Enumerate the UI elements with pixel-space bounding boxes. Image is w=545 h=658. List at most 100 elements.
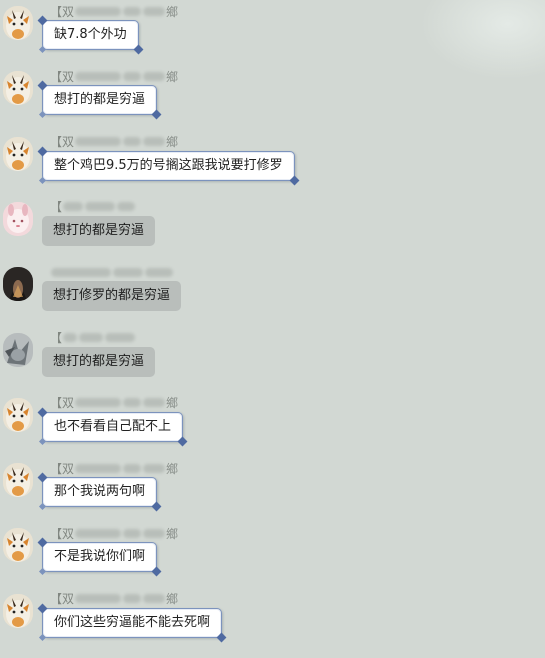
message-text: 整个鸡巴9.5万的号搁这跟我说要打修罗 [54,157,283,173]
bubble-corner-ornament [38,503,47,511]
redacted-name-blur [143,463,166,473]
redacted-name-blur [143,528,166,538]
bubble-corner-ornament [38,176,47,184]
redacted-name-blur [143,398,166,408]
sender-name-prefix: 【双 [50,135,75,150]
tiger-avatar[interactable] [3,136,33,171]
sender-name: 【双 鄉 [50,395,178,411]
bubble-corner-ornament [38,111,47,119]
redacted-name-blur [123,463,142,473]
redacted-name-blur [123,398,142,408]
pink-avatar[interactable] [3,201,33,236]
redacted-name-blur [123,6,142,16]
redacted-name-blur [63,202,84,212]
sender-name-suffix: 鄉 [166,69,179,84]
redacted-name-blur [79,333,104,342]
message-bubble[interactable]: 不是我说你们啊 [37,537,162,577]
bubble-corner-ornament [37,146,48,157]
chat-message: 【想打的都是穷逼 [0,329,545,394]
redacted-name-blur [123,594,142,604]
redacted-name-blur [75,71,122,81]
message-bubble[interactable]: 想打修罗的都是穷逼 [42,281,182,312]
message-text: 你们这些穷逼能不能去死啊 [54,614,211,630]
bubble-corner-ornament [37,15,48,26]
tiger-avatar[interactable] [3,528,33,563]
message-text: 缺7.8个外功 [54,27,127,42]
message-bubble[interactable]: 想打的都是穷逼 [42,215,156,246]
dark-avatar[interactable] [3,267,33,302]
sender-name [50,264,174,280]
redacted-name-blur [123,528,142,538]
redacted-name-blur [75,594,122,604]
sender-name-prefix: 【 [50,331,63,345]
bubble-corner-ornament [38,568,47,576]
bubble-corner-ornament [38,437,47,445]
sender-name-suffix: 鄉 [166,461,179,476]
tiger-avatar[interactable] [3,397,33,432]
bubble-corner-ornament [38,633,47,641]
chat-message: 【双 鄉想打的都是穷逼 [0,67,545,132]
message-text: 想打修罗的都是穷逼 [53,288,171,304]
tiger-avatar[interactable] [3,593,33,628]
message-bubble[interactable]: 想打的都是穷逼 [42,346,156,377]
sender-name-suffix: 鄉 [166,135,179,150]
message-bubble[interactable]: 那个我说两句啊 [37,472,162,512]
sender-name-suffix: 鄉 [166,526,179,541]
sender-name-suffix: 鄉 [166,592,179,607]
chat-message: 【双 鄉那个我说两句啊 [0,459,545,524]
message-bubble[interactable]: 缺7.8个外功 [37,15,144,55]
sender-name-prefix: 【双 [50,69,75,84]
sender-name-prefix: 【双 [50,592,75,607]
bubble-corner-ornament [133,44,144,55]
sender-name: 【双 鄉 [50,68,178,84]
sender-name-prefix: 【双 [50,526,75,541]
message-bubble[interactable]: 整个鸡巴9.5万的号搁这跟我说要打修罗 [37,146,300,186]
redacted-name-blur [123,71,142,81]
message-bubble[interactable]: 你们这些穷逼能不能去死啊 [37,603,227,643]
redacted-name-blur [113,267,143,277]
message-text: 不是我说你们啊 [54,549,146,565]
chat-message: 【双 鄉你们这些穷逼能不能去死啊 [0,590,545,655]
message-text: 想打的都是穷逼 [53,222,145,238]
bubble-corner-ornament [38,45,47,54]
sender-name-suffix: 鄉 [166,4,179,19]
redacted-name-blur [63,333,78,342]
chat-message: 想打修罗的都是穷逼 [0,263,545,328]
tiger-avatar[interactable] [3,463,33,498]
bubble-corner-ornament [177,436,188,447]
redacted-name-blur [75,463,122,473]
chat-message: 【双 鄉缺7.8个外功 [0,2,545,67]
bubble-corner-ornament [289,175,300,186]
sender-name: 【双 鄉 [50,3,178,19]
redacted-name-blur [51,267,111,277]
bubble-corner-ornament [37,407,48,418]
redacted-name-blur [75,398,122,408]
chat-message: 【双 鄉不是我说你们啊 [0,524,545,589]
redacted-name-blur [143,137,166,147]
sender-name: 【 [50,330,136,346]
redacted-name-blur [123,137,142,147]
message-text: 想打的都是穷逼 [53,353,145,369]
message-text: 那个我说两句啊 [54,484,146,500]
bubble-corner-ornament [216,632,227,643]
sender-name-prefix: 【双 [50,461,75,476]
sender-name-suffix: 鄉 [166,396,179,411]
chat-message: 【双 鄉整个鸡巴9.5万的号搁这跟我说要打修罗 [0,133,545,198]
chat-message: 【想打的都是穷逼 [0,198,545,263]
redacted-name-blur [143,71,166,81]
tiger-avatar[interactable] [3,71,33,106]
redacted-name-blur [75,528,122,538]
redacted-name-blur [145,267,173,277]
gray-avatar[interactable] [3,332,33,367]
chat-log: 【双鄉缺7.8个外功 【双鄉想打的都是穷逼 【双鄉整个鸡巴9.5万的号搁这跟我说要打… [0,0,545,658]
tiger-avatar[interactable] [3,6,33,40]
bubble-corner-ornament [151,109,162,120]
message-bubble[interactable]: 想打的都是穷逼 [37,80,162,120]
sender-name-prefix: 【双 [50,4,75,19]
message-text: 想打的都是穷逼 [54,92,146,108]
message-bubble[interactable]: 也不看看自己配不上 [37,407,188,447]
redacted-name-blur [75,137,122,147]
redacted-name-blur [85,202,116,212]
redacted-name-blur [105,333,136,342]
sender-name: 【双 鄉 [50,525,178,541]
